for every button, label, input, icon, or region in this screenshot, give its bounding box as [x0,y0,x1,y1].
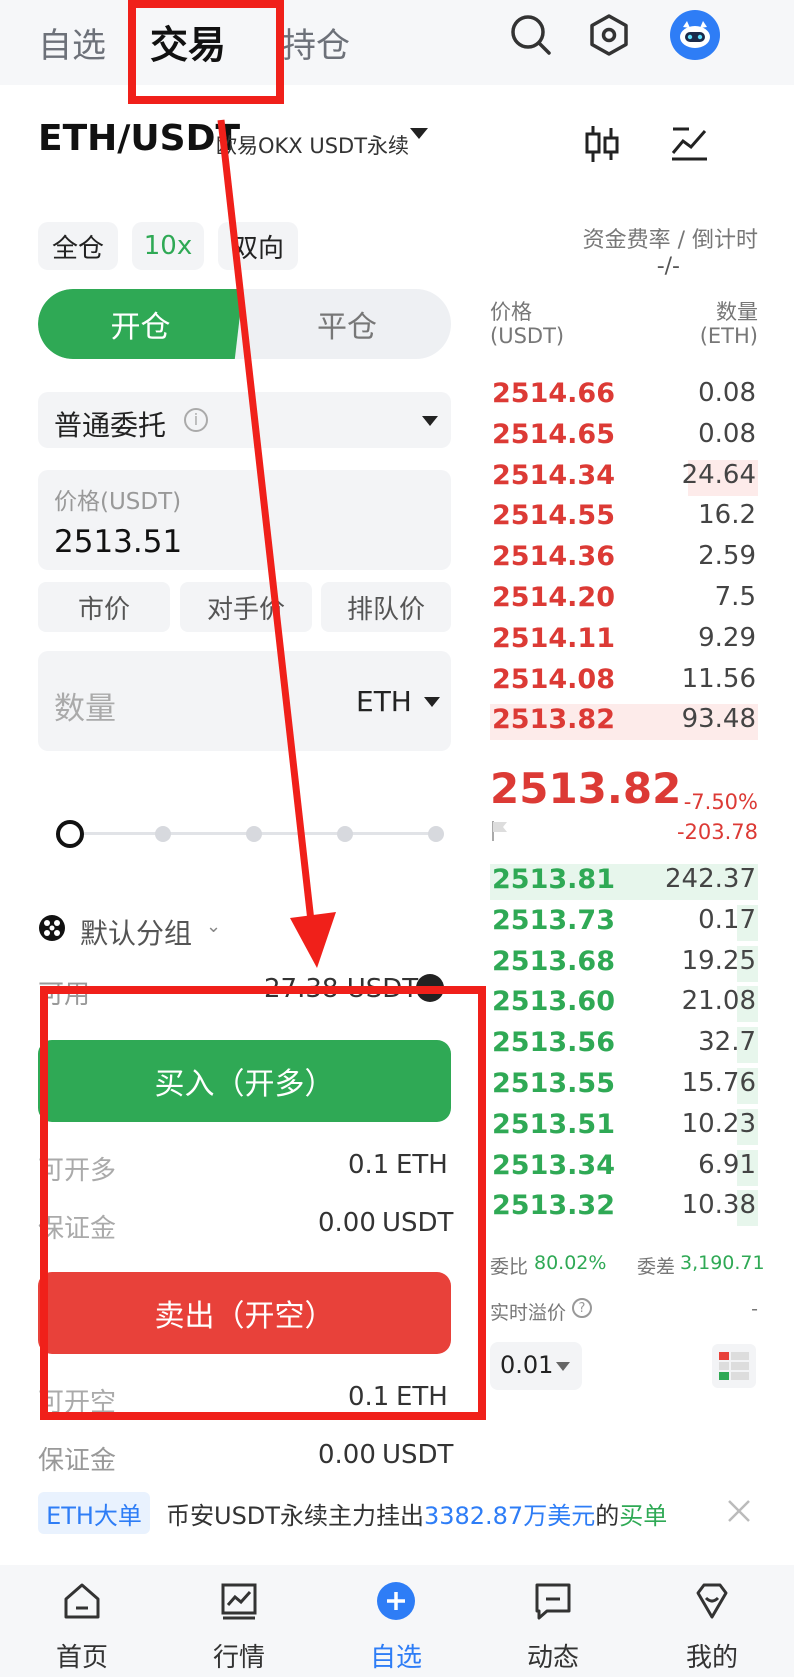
trading-page: 自选 交易 持仓 ETH/USDT 欧易OKX USDT永续 全仓 10x 双向… [0,0,794,1677]
annotation-arrow [217,119,336,968]
